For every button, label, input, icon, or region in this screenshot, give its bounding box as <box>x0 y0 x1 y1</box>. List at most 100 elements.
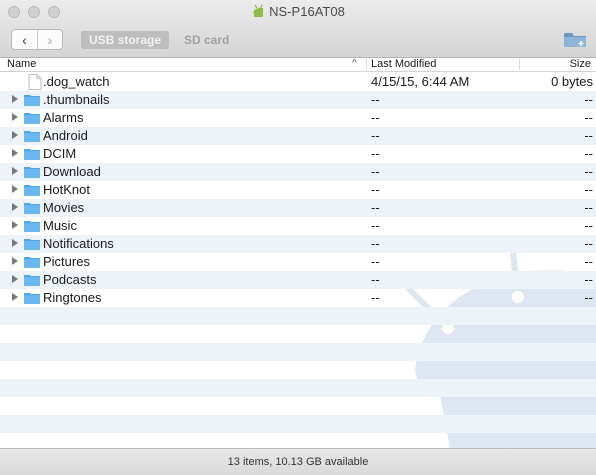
column-divider[interactable] <box>519 59 520 70</box>
new-folder-icon[interactable] <box>562 28 588 50</box>
file-name: Music <box>43 218 77 233</box>
column-size-header[interactable]: Size <box>570 58 591 70</box>
tab-sd-card[interactable]: SD card <box>176 31 237 49</box>
empty-row-stripe <box>0 397 596 415</box>
empty-row-stripe <box>0 415 596 433</box>
empty-row-stripe <box>0 361 596 379</box>
file-name: DCIM <box>43 146 77 161</box>
title-bar: NS-P16AT08 ‹ › USB storage SD card <box>0 0 596 58</box>
file-row[interactable]: DCIM -- -- <box>0 145 596 163</box>
file-name: .dog_watch <box>43 74 110 89</box>
file-modified: -- <box>371 236 380 251</box>
document-icon <box>28 74 42 90</box>
folder-icon <box>24 95 40 106</box>
file-row[interactable]: Ringtones -- -- <box>0 289 596 307</box>
file-row[interactable]: Pictures -- -- <box>0 253 596 271</box>
tab-usb-storage[interactable]: USB storage <box>81 31 170 49</box>
file-row[interactable]: Download -- -- <box>0 163 596 181</box>
file-modified: -- <box>371 164 380 179</box>
folder-icon <box>24 257 40 268</box>
disclosure-triangle-icon[interactable] <box>12 167 18 175</box>
column-last-modified-header[interactable]: Last Modified <box>371 58 436 70</box>
folder-icon <box>24 131 40 142</box>
file-size: -- <box>584 254 593 269</box>
back-button[interactable]: ‹ <box>12 30 37 49</box>
disclosure-triangle-icon[interactable] <box>12 275 18 283</box>
file-name: Download <box>43 164 101 179</box>
file-modified: -- <box>371 254 380 269</box>
disclosure-triangle-icon[interactable] <box>12 293 18 301</box>
file-row[interactable]: HotKnot -- -- <box>0 181 596 199</box>
folder-icon <box>24 149 40 160</box>
disclosure-triangle-icon[interactable] <box>12 131 18 139</box>
empty-row-stripe <box>0 325 596 343</box>
file-modified: -- <box>371 182 380 197</box>
file-name: Android <box>43 128 88 143</box>
file-name: .thumbnails <box>43 92 110 107</box>
file-modified: 4/15/15, 6:44 AM <box>371 74 470 89</box>
disclosure-triangle-icon[interactable] <box>12 185 18 193</box>
file-size: -- <box>584 128 593 143</box>
disclosure-triangle-icon[interactable] <box>12 113 18 121</box>
folder-icon <box>24 275 40 286</box>
column-name-header[interactable]: Name <box>7 58 36 70</box>
status-text: 13 items, 10.13 GB available <box>227 456 369 468</box>
file-size: -- <box>584 290 593 305</box>
file-name: Podcasts <box>43 272 97 287</box>
file-modified: -- <box>371 272 380 287</box>
file-size: -- <box>584 200 593 215</box>
file-size: -- <box>584 218 593 233</box>
empty-row-stripe <box>0 379 596 397</box>
forward-button[interactable]: › <box>37 30 62 49</box>
file-name: Movies <box>43 200 85 215</box>
file-modified: -- <box>371 92 380 107</box>
folder-icon <box>24 293 40 304</box>
file-row[interactable]: Podcasts -- -- <box>0 271 596 289</box>
file-modified: -- <box>371 146 380 161</box>
disclosure-triangle-icon[interactable] <box>12 257 18 265</box>
column-divider[interactable] <box>366 59 367 70</box>
disclosure-triangle-icon[interactable] <box>12 221 18 229</box>
history-nav: ‹ › <box>11 29 63 50</box>
file-name: HotKnot <box>43 182 90 197</box>
file-name: Alarms <box>43 110 84 125</box>
android-logo-icon <box>253 4 264 17</box>
file-row[interactable]: Android -- -- <box>0 127 596 145</box>
disclosure-triangle-icon[interactable] <box>12 239 18 247</box>
file-size: -- <box>584 182 593 197</box>
file-row[interactable]: Music -- -- <box>0 217 596 235</box>
disclosure-triangle-icon[interactable] <box>12 95 18 103</box>
file-modified: -- <box>371 200 380 215</box>
file-name: Notifications <box>43 236 114 251</box>
file-name: Ringtones <box>43 290 102 305</box>
file-modified: -- <box>371 290 380 305</box>
file-modified: -- <box>371 110 380 125</box>
file-size: -- <box>584 92 593 107</box>
column-header: Name ^ Last Modified Size <box>0 58 596 72</box>
file-row[interactable]: Movies -- -- <box>0 199 596 217</box>
file-size: -- <box>584 272 593 287</box>
empty-row-stripe <box>0 343 596 361</box>
folder-icon <box>24 167 40 178</box>
file-size: 0 bytes <box>551 74 593 89</box>
folder-icon <box>24 185 40 196</box>
android-file-transfer-window: NS-P16AT08 ‹ › USB storage SD card Name … <box>0 0 596 475</box>
empty-row-stripe <box>0 307 596 325</box>
file-row[interactable]: Alarms -- -- <box>0 109 596 127</box>
file-row[interactable]: .thumbnails -- -- <box>0 91 596 109</box>
file-size: -- <box>584 146 593 161</box>
file-name: Pictures <box>43 254 90 269</box>
sort-ascending-icon[interactable]: ^ <box>352 58 357 69</box>
file-size: -- <box>584 110 593 125</box>
folder-icon <box>24 221 40 232</box>
window-title-text: NS-P16AT08 <box>269 4 345 19</box>
file-row[interactable]: .dog_watch 4/15/15, 6:44 AM 0 bytes <box>0 73 596 91</box>
folder-icon <box>24 239 40 250</box>
disclosure-triangle-icon[interactable] <box>12 149 18 157</box>
file-row[interactable]: Notifications -- -- <box>0 235 596 253</box>
window-title: NS-P16AT08 <box>0 4 596 19</box>
file-modified: -- <box>371 218 380 233</box>
disclosure-triangle-icon[interactable] <box>12 203 18 211</box>
status-bar: 13 items, 10.13 GB available <box>0 448 596 475</box>
file-modified: -- <box>371 128 380 143</box>
